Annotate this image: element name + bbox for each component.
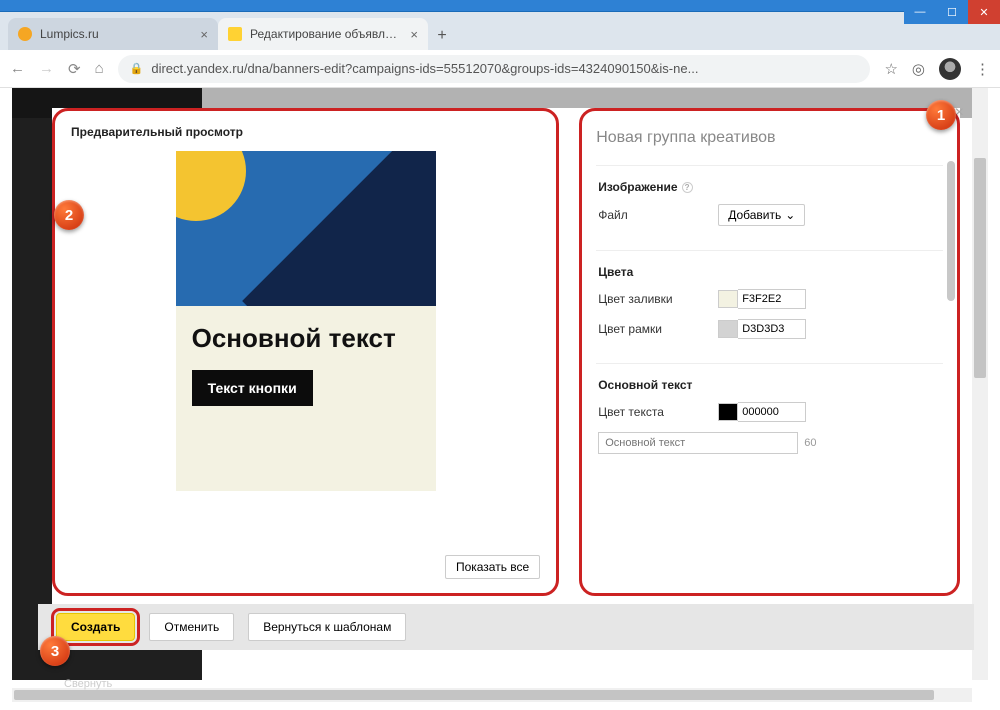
lock-icon: 🔒 [130,62,144,75]
collapse-hint[interactable]: Свернуть [64,678,112,690]
new-tab-button[interactable]: + [428,22,456,50]
tab-title: Редактирование объявлений [250,27,402,41]
page-vertical-scroll-thumb[interactable] [974,158,986,378]
tab-close-icon[interactable]: × [200,27,208,42]
action-bar: Создать Отменить Вернуться к шаблонам [38,604,974,650]
page-horizontal-scroll-thumb[interactable] [14,690,934,700]
section-main-text-heading: Основной текст [598,378,692,392]
fill-color-label: Цвет заливки [598,292,718,306]
text-color-label: Цвет текста [598,405,718,419]
text-color-swatch[interactable] [718,403,738,421]
main-text-input[interactable] [598,432,798,454]
browser-address-bar: ← → ⟳ ⌂ 🔒 direct.yandex.ru/dna/banners-e… [0,50,1000,88]
banner-main-text: Основной текст [192,324,420,354]
url-field[interactable]: 🔒 direct.yandex.ru/dna/banners-edit?camp… [118,55,871,83]
banner-textbox: Основной текст Текст кнопки [176,306,436,491]
banner-cta-button: Текст кнопки [192,370,313,406]
url-text: direct.yandex.ru/dna/banners-edit?campai… [151,61,698,76]
char-limit: 60 [804,437,816,449]
settings-panel: Новая группа креативов Изображение ? Фай… [579,108,960,596]
help-icon[interactable]: ? [682,182,693,193]
preview-title: Предварительный просмотр [71,125,540,139]
file-label: Файл [598,208,718,222]
profile-avatar[interactable] [939,58,961,80]
create-button[interactable]: Создать [56,613,135,641]
chevron-down-icon: ⌄ [785,208,795,222]
add-image-label: Добавить [728,208,781,222]
settings-scroll-thumb[interactable] [947,161,955,301]
annotation-badge-1: 1 [926,100,956,130]
nav-reload-icon[interactable]: ⟳ [68,60,81,78]
window-minimize-button[interactable]: — [904,0,936,24]
banner-sun-shape [176,151,246,221]
browser-tab-lumpics[interactable]: Lumpics.ru × [8,18,218,50]
browser-tab-editor[interactable]: Редактирование объявлений × [218,18,428,50]
section-colors-heading: Цвета [598,265,633,279]
nav-forward-icon[interactable]: → [39,60,54,77]
cancel-button[interactable]: Отменить [149,613,234,641]
section-colors: Цвета Цвет заливки Цвет рамки [596,250,943,363]
border-color-label: Цвет рамки [598,322,718,336]
fill-color-swatch[interactable] [718,290,738,308]
annotation-badge-3: 3 [40,636,70,666]
settings-title: Новая группа креативов [596,129,943,147]
window-titlebar [0,0,1000,12]
nav-back-icon[interactable]: ← [10,60,25,77]
extension-icon[interactable]: ◎ [912,60,925,78]
favicon-icon [228,27,242,41]
fill-color-input[interactable] [738,289,806,309]
text-color-input[interactable] [738,402,806,422]
show-all-button[interactable]: Показать все [445,555,540,579]
bookmark-star-icon[interactable]: ☆ [884,60,897,78]
section-image: Изображение ? Файл Добавить ⌄ [596,165,943,250]
border-color-swatch[interactable] [718,320,738,338]
section-main-text: Основной текст Цвет текста 60 [596,363,943,478]
window-buttons: — ☐ ✕ [904,0,1000,24]
nav-home-icon[interactable]: ⌂ [95,60,104,77]
tab-close-icon[interactable]: × [410,27,418,42]
creative-editor-modal: × Предварительный просмотр Основной текс… [52,108,960,650]
browser-tabstrip: Lumpics.ru × Редактирование объявлений ×… [0,12,1000,50]
back-to-templates-button[interactable]: Вернуться к шаблонам [248,613,406,641]
banner-preview-area: Основной текст Текст кнопки [71,151,540,547]
banner-preview: Основной текст Текст кнопки [176,151,436,491]
browser-menu-icon[interactable]: ⋮ [975,60,990,78]
tab-title: Lumpics.ru [40,27,192,41]
section-image-heading: Изображение [598,180,677,194]
annotation-badge-2: 2 [54,200,84,230]
window-maximize-button[interactable]: ☐ [936,0,968,24]
favicon-icon [18,27,32,41]
preview-panel: Предварительный просмотр Основной текст … [52,108,559,596]
border-color-input[interactable] [738,319,806,339]
add-image-button[interactable]: Добавить ⌄ [718,204,805,226]
window-close-button[interactable]: ✕ [968,0,1000,24]
